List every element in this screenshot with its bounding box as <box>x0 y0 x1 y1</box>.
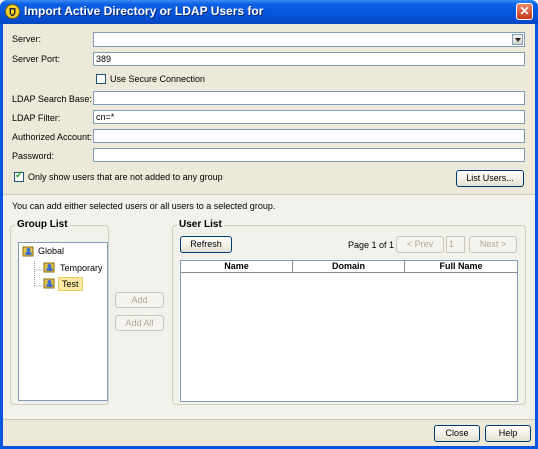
dialog-body: Server: Server Port: 389 Use Secure Conn… <box>3 24 535 446</box>
info-text: You can add either selected users or all… <box>12 201 276 211</box>
server-label: Server: <box>12 34 42 44</box>
column-header-domain[interactable]: Domain <box>293 261 405 272</box>
refresh-button[interactable]: Refresh <box>180 236 232 253</box>
only-show-unassigned-label: Only show users that are not added to an… <box>28 172 223 182</box>
close-button[interactable]: Close <box>434 425 480 442</box>
user-table[interactable]: Name Domain Full Name <box>180 260 518 402</box>
ldap-search-base-input[interactable] <box>93 91 525 105</box>
server-port-input[interactable]: 389 <box>93 52 525 66</box>
page-number-input[interactable]: 1 <box>446 236 465 253</box>
tree-node-label: Test <box>58 277 83 291</box>
secure-connection-checkbox[interactable] <box>96 74 106 84</box>
add-button[interactable]: Add <box>115 292 164 308</box>
column-header-full-name[interactable]: Full Name <box>405 261 517 272</box>
chevron-down-icon[interactable] <box>512 34 523 45</box>
group-list-box: Group List Global Temporary Test <box>10 219 109 405</box>
password-label: Password: <box>12 151 55 161</box>
password-input[interactable] <box>93 148 525 162</box>
only-show-unassigned-checkbox[interactable] <box>14 170 24 182</box>
shield-icon <box>5 4 20 19</box>
users-group-icon <box>22 246 34 257</box>
add-all-button[interactable]: Add All <box>115 315 164 331</box>
tree-node-label: Global <box>38 246 65 256</box>
users-group-icon <box>43 262 55 273</box>
dialog-window: Import Active Directory or LDAP Users fo… <box>0 0 538 449</box>
tree-node-label: Temporary <box>60 263 103 273</box>
ldap-search-base-label: LDAP Search Base: <box>12 94 92 104</box>
authorized-account-input[interactable] <box>93 129 525 143</box>
prev-page-button[interactable]: < Prev <box>396 236 444 253</box>
server-combobox[interactable] <box>93 32 525 47</box>
secure-connection-label: Use Secure Connection <box>110 74 206 84</box>
column-header-name[interactable]: Name <box>181 261 293 272</box>
ldap-filter-label: LDAP Filter: <box>12 113 61 123</box>
server-port-label: Server Port: <box>12 54 61 64</box>
group-assignment-panel: You can add either selected users or all… <box>3 194 535 419</box>
page-indicator: Page 1 of 1 <box>348 240 395 250</box>
user-list-title: User List <box>177 219 224 230</box>
group-tree[interactable]: Global Temporary Test <box>18 242 108 401</box>
connection-settings: Server: Server Port: 389 Use Secure Conn… <box>3 24 535 194</box>
list-users-button[interactable]: List Users... <box>456 170 524 187</box>
group-list-title: Group List <box>15 219 70 230</box>
ldap-filter-input[interactable]: cn=* <box>93 110 525 124</box>
user-list-box: User List Refresh Page 1 of 1 < Prev 1 N… <box>172 219 526 405</box>
users-group-icon <box>43 278 55 289</box>
title-bar[interactable]: Import Active Directory or LDAP Users fo… <box>0 0 538 24</box>
next-page-button[interactable]: Next > <box>469 236 517 253</box>
close-window-button[interactable]: ✕ <box>516 3 533 20</box>
help-button[interactable]: Help <box>485 425 531 442</box>
window-title: Import Active Directory or LDAP Users fo… <box>24 4 264 18</box>
authorized-account-label: Authorized Account: <box>12 132 93 142</box>
dialog-footer: Close Help <box>3 419 535 446</box>
table-header: Name Domain Full Name <box>181 261 517 273</box>
